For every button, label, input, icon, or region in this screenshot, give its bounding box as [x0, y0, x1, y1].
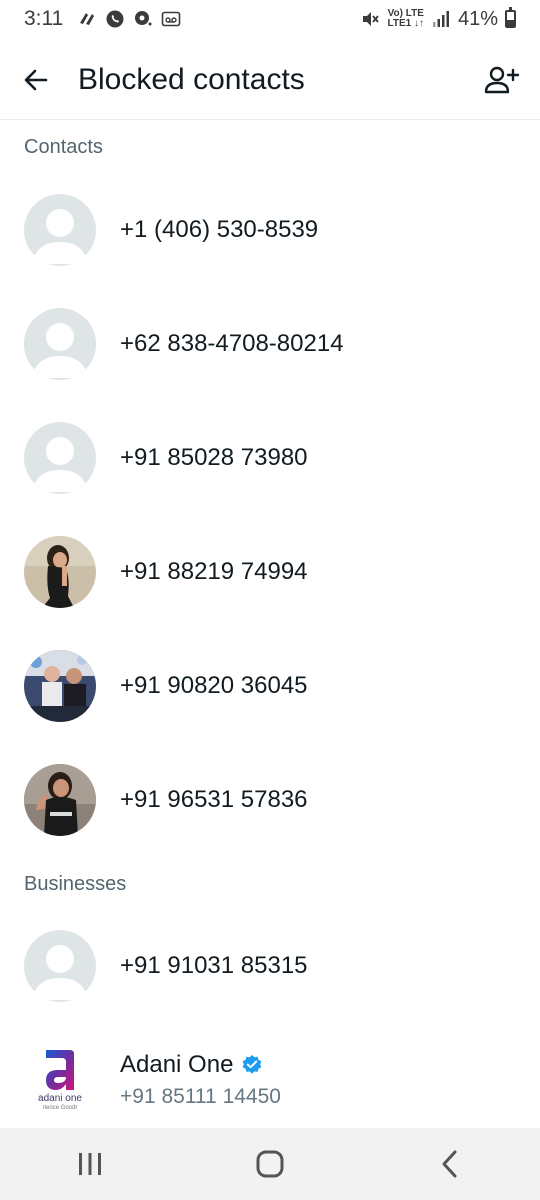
contact-name: +1 (406) 530-8539 [120, 216, 319, 243]
business-phone: +91 85111 14450 [120, 1085, 281, 1108]
voicemail-icon [161, 9, 181, 29]
status-bar: 3:11 Vo) LTE LTE1 ↓↑ 41% [0, 0, 540, 38]
contact-name: +91 88219 74994 [120, 558, 308, 585]
business-row[interactable]: +91 91031 85315 [0, 909, 540, 1023]
adani-logo-text: adani one [38, 1093, 82, 1104]
home-button[interactable] [230, 1134, 310, 1194]
adani-one-logo: adani one rience Goodr [24, 1044, 96, 1116]
recents-button[interactable] [50, 1134, 130, 1194]
photo-avatar [24, 536, 96, 608]
battery-percent: 41% [457, 7, 498, 30]
contacts-section-header: Contacts [24, 136, 103, 158]
notification-app-icon [77, 9, 97, 29]
system-nav-bar [0, 1128, 540, 1200]
nav-back-icon [442, 1150, 457, 1178]
business-name: +91 91031 85315 [120, 952, 308, 979]
contact-row[interactable]: +62 838-4708-80214 [0, 287, 540, 401]
add-blocked-contact-button[interactable] [476, 54, 528, 106]
business-name: Adani One [120, 1051, 234, 1078]
status-time: 3:11 [24, 7, 64, 30]
volte-indicator: Vo) LTE LTE1 ↓↑ [387, 8, 424, 29]
contact-row[interactable]: +1 (406) 530-8539 [0, 173, 540, 287]
contact-row[interactable]: +91 85028 73980 [0, 401, 540, 515]
back-button[interactable] [10, 54, 62, 106]
contact-row[interactable]: +91 88219 74994 [0, 515, 540, 629]
add-contact-icon [484, 66, 520, 93]
business-row[interactable]: adani one rience Goodr Adani One +91 851… [0, 1023, 540, 1137]
battery-icon [505, 7, 516, 28]
message-notification-icon [133, 9, 153, 29]
signal-icon [431, 9, 451, 29]
contact-name: +62 838-4708-80214 [120, 330, 344, 357]
default-avatar [24, 308, 96, 380]
contact-name: +91 96531 57836 [120, 786, 308, 813]
arrow-back-icon [24, 69, 48, 90]
contact-row[interactable]: +91 90820 36045 [0, 629, 540, 743]
page-title: Blocked contacts [78, 62, 305, 96]
app-header: Blocked contacts [0, 40, 540, 120]
default-avatar [24, 422, 96, 494]
contact-name: +91 90820 36045 [120, 672, 308, 699]
battery-fill [507, 20, 514, 26]
mute-icon [360, 9, 380, 29]
contact-name: +91 85028 73980 [120, 444, 308, 471]
recents-icon [79, 1153, 101, 1175]
contact-row[interactable]: +91 96531 57836 [0, 743, 540, 857]
adani-logo-tagline: rience Goodr [42, 1105, 78, 1111]
photo-avatar [24, 764, 96, 836]
whatsapp-notification-icon [105, 9, 125, 29]
default-avatar [24, 194, 96, 266]
home-icon [256, 1150, 284, 1178]
businesses-section-header: Businesses [24, 873, 127, 895]
default-avatar [24, 930, 96, 1002]
verified-badge-icon [243, 1055, 262, 1074]
photo-avatar [24, 650, 96, 722]
nav-back-button[interactable] [410, 1134, 490, 1194]
